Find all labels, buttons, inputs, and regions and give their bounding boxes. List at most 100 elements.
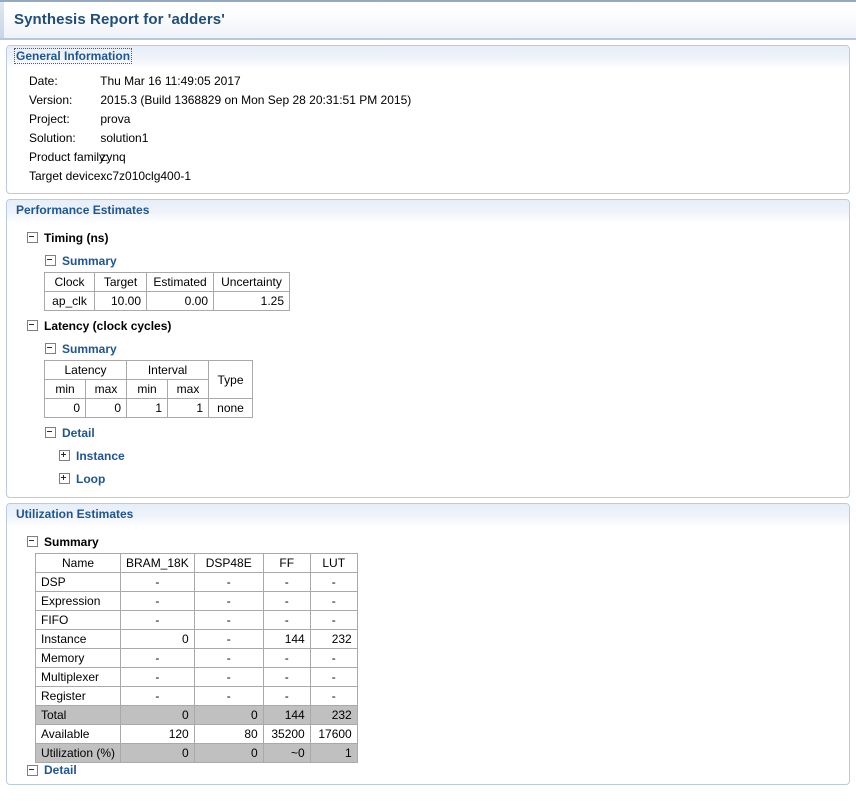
- cell-ff: -: [262, 648, 311, 668]
- latency-summary-table: Latency Interval Type min max min max 0 …: [44, 360, 253, 418]
- cell-lut: -: [309, 591, 358, 611]
- cell-latency-min: 0: [44, 398, 86, 418]
- general-information-body: Date: Thu Mar 16 11:49:05 2017 Version: …: [7, 68, 849, 193]
- info-label-solution: Solution:: [29, 131, 76, 145]
- cell-ff: -: [262, 686, 311, 706]
- column-group-latency: Latency: [44, 360, 127, 380]
- collapse-minus-icon[interactable]: [27, 536, 38, 547]
- cell-bram18k: -: [120, 572, 195, 592]
- cell-lut: -: [309, 648, 358, 668]
- column-header-clock: Clock: [44, 272, 95, 292]
- cell-ff: 144: [262, 705, 311, 725]
- column-header-name: Name: [34, 553, 122, 573]
- cell-lut: 1: [309, 743, 358, 763]
- cell-dsp48e: -: [193, 572, 264, 592]
- collapse-minus-icon[interactable]: [45, 343, 56, 354]
- expand-plus-icon[interactable]: [59, 473, 70, 484]
- info-row-date: Date: Thu Mar 16 11:49:05 2017: [7, 72, 849, 91]
- info-value-target-device: xc7z010clg400-1: [100, 169, 192, 183]
- cell-name: Memory: [34, 648, 122, 668]
- cell-ff: -: [262, 667, 311, 687]
- performance-estimates-body: Timing (ns) Summary Clock Target Estimat…: [7, 222, 849, 497]
- cell-dsp48e: -: [193, 591, 264, 611]
- cell-bram18k: 0: [120, 743, 195, 763]
- cell-lut: 17600: [309, 724, 358, 744]
- tree-label-timing-summary: Summary: [62, 253, 117, 268]
- cell-bram18k: -: [120, 686, 195, 706]
- column-header-interval-min: min: [126, 379, 168, 399]
- table-header-group-row: Latency Interval Type: [44, 360, 253, 399]
- cell-name: Utilization (%): [34, 743, 122, 763]
- utilization-table-body: DSP - - - - Expression - - - - FIFO - - - - Instance 0-1…: [34, 572, 358, 763]
- performance-estimates-panel: Performance Estimates Timing (ns) Summar…: [6, 199, 850, 498]
- cell-bram18k: -: [120, 591, 195, 611]
- table-row: Available 120 80 35200 17600: [34, 724, 358, 744]
- tree-node-latency-detail[interactable]: Detail: [7, 421, 849, 444]
- table-row: FIFO - - - -: [34, 610, 358, 630]
- info-row-project: Project: prova: [7, 110, 849, 129]
- cell-uncertainty: 1.25: [213, 291, 290, 311]
- column-header-type: Type: [208, 360, 253, 399]
- utilization-estimates-heading[interactable]: Utilization Estimates: [16, 507, 133, 521]
- cell-ff: -: [262, 591, 311, 611]
- cell-lut: -: [309, 667, 358, 687]
- cell-bram18k: -: [120, 667, 195, 687]
- general-information-header: General Information: [7, 46, 849, 68]
- collapse-minus-icon[interactable]: [45, 255, 56, 266]
- collapse-minus-icon[interactable]: [27, 232, 38, 243]
- tree-label-detail-loop: Loop: [76, 471, 106, 486]
- column-header-bram18k: BRAM_18K: [120, 553, 195, 573]
- table-row: Memory - - - -: [34, 648, 358, 668]
- cell-bram18k: -: [120, 648, 195, 668]
- column-group-interval: Interval: [126, 360, 209, 380]
- collapse-minus-icon[interactable]: [27, 764, 38, 776]
- info-value-version: 2015.3 (Build 1368829 on Mon Sep 28 20:3…: [100, 93, 412, 107]
- table-header-row: Name BRAM_18K DSP48E FF LUT: [34, 553, 358, 573]
- info-label-project: Project:: [29, 112, 70, 126]
- table-row: ap_clk 10.00 0.00 1.25: [44, 291, 290, 311]
- info-label-version: Version:: [29, 93, 73, 107]
- tree-node-latency-summary[interactable]: Summary: [7, 337, 849, 360]
- general-information-heading[interactable]: General Information: [13, 48, 133, 64]
- tree-node-latency[interactable]: Latency (clock cycles): [7, 314, 849, 337]
- cell-dsp48e: -: [193, 686, 264, 706]
- table-header-row: Clock Target Estimated Uncertainty: [44, 272, 290, 292]
- cell-bram18k: 0: [120, 629, 195, 649]
- column-header-target: Target: [94, 272, 147, 292]
- cell-dsp48e: 0: [193, 705, 264, 725]
- tree-label-utilization-detail: Detail: [44, 763, 77, 777]
- cell-ff: 35200: [262, 724, 311, 744]
- info-row-solution: Solution: solution1: [7, 129, 849, 148]
- column-header-latency-max: max: [85, 379, 127, 399]
- performance-estimates-heading[interactable]: Performance Estimates: [16, 203, 149, 217]
- column-header-uncertainty: Uncertainty: [213, 272, 290, 292]
- info-label-product-family: Product family:: [29, 150, 109, 164]
- info-label-date: Date:: [29, 74, 58, 88]
- cell-dsp48e: -: [193, 648, 264, 668]
- cell-lut: -: [309, 572, 358, 592]
- table-row: 0 0 1 1 none: [44, 398, 253, 418]
- column-header-interval-max: max: [167, 379, 209, 399]
- cell-name: Register: [34, 686, 122, 706]
- collapse-minus-icon[interactable]: [45, 427, 56, 438]
- cell-name: DSP: [34, 572, 122, 592]
- collapse-minus-icon[interactable]: [27, 320, 38, 331]
- table-row: Instance 0-144 232: [34, 629, 358, 649]
- column-header-estimated: Estimated: [146, 272, 214, 292]
- page-title: Synthesis Report for 'adders': [14, 11, 225, 28]
- tree-node-utilization-summary[interactable]: Summary: [7, 530, 849, 553]
- tree-node-timing[interactable]: Timing (ns): [7, 226, 849, 249]
- tree-node-timing-summary[interactable]: Summary: [7, 249, 849, 272]
- info-value-date: Thu Mar 16 11:49:05 2017: [100, 74, 241, 88]
- tree-node-detail-instance[interactable]: Instance: [7, 444, 849, 467]
- cell-lut: -: [309, 610, 358, 630]
- column-header-ff: FF: [262, 553, 311, 573]
- tree-node-utilization-detail[interactable]: Detail: [7, 763, 849, 777]
- report-titlebar: Synthesis Report for 'adders': [0, 0, 856, 40]
- cell-interval-max: 1: [167, 398, 209, 418]
- column-header-latency-min: min: [44, 379, 86, 399]
- tree-node-detail-loop[interactable]: Loop: [7, 467, 849, 490]
- utilization-summary-table: Name BRAM_18K DSP48E FF LUT DSP - - - - Expre…: [34, 553, 358, 763]
- expand-plus-icon[interactable]: [59, 450, 70, 461]
- cell-bram18k: 120: [120, 724, 195, 744]
